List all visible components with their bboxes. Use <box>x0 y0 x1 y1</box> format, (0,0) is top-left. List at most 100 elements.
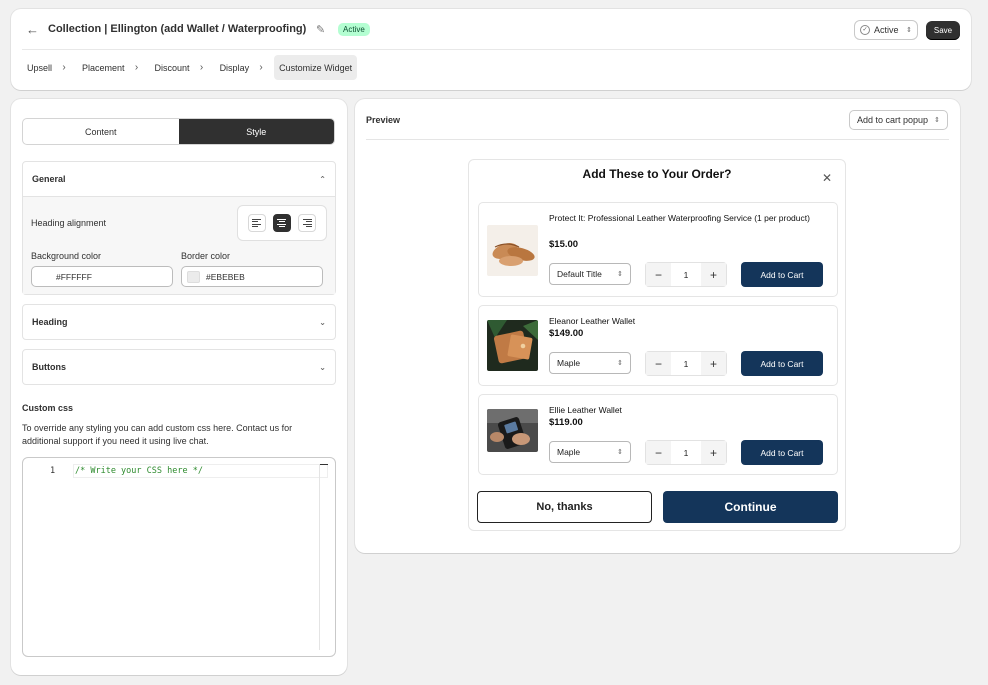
quantity-value[interactable]: 1 <box>671 263 701 286</box>
preview-panel: Preview Add to cart popup ⇕ Add These to… <box>355 99 960 553</box>
chevron-updown-icon: ⇕ <box>934 117 940 124</box>
step-display[interactable]: Display <box>215 55 255 80</box>
plus-button[interactable]: + <box>701 263 726 286</box>
upsell-item: Protect It: Professional Leather Waterpr… <box>478 202 838 297</box>
chevron-down-icon: ⌄ <box>319 362 326 372</box>
minus-button[interactable]: − <box>646 352 671 375</box>
status-badge: Active <box>338 23 370 36</box>
general-section-body: Heading alignment Background color Borde… <box>23 196 335 294</box>
minus-button[interactable]: − <box>646 263 671 286</box>
heading-section-title: Heading <box>32 317 68 327</box>
variant-select[interactable]: Default Title ⇕ <box>549 263 631 285</box>
chevron-updown-icon: ⇕ <box>617 449 623 456</box>
chevron-updown-icon: ⇕ <box>617 271 623 278</box>
content-style-toggle: Content Style <box>22 118 335 145</box>
popup-title: Add These to Your Order? <box>582 167 732 181</box>
tab-content[interactable]: Content <box>23 119 179 144</box>
heading-section: Heading ⌄ <box>22 304 336 340</box>
upsell-item: Ellie Leather Wallet $119.00 Maple ⇕ − 1… <box>478 394 838 475</box>
background-color-field[interactable]: #FFFFFF <box>31 266 173 287</box>
align-right-icon <box>302 219 312 227</box>
alignment-button-group <box>237 205 327 241</box>
quantity-stepper: − 1 + <box>645 262 727 287</box>
header-card: ← Collection | Ellington (add Wallet / W… <box>11 9 971 90</box>
product-image-waterproofing <box>487 225 538 276</box>
general-section-title: General <box>32 174 66 184</box>
status-select-value: Active <box>874 25 899 35</box>
chevron-up-icon: ⌃ <box>319 174 326 184</box>
chevron-updown-icon: ⇕ <box>617 360 623 367</box>
align-left-icon <box>252 219 262 227</box>
line-number: 1 <box>50 466 56 476</box>
chevron-right-icon: › <box>62 62 66 73</box>
tab-style[interactable]: Style <box>178 119 334 144</box>
item-name: Ellie Leather Wallet <box>549 405 622 415</box>
quantity-value[interactable]: 1 <box>671 352 701 375</box>
align-left-button[interactable] <box>247 214 266 232</box>
close-icon[interactable]: ✕ <box>822 172 832 184</box>
save-button[interactable]: Save <box>926 21 960 40</box>
background-color-value: #FFFFFF <box>56 271 92 282</box>
upsell-popup: Add These to Your Order? ✕ Protect It: P… <box>468 159 846 531</box>
back-arrow-icon[interactable]: ← <box>26 23 40 37</box>
plus-button[interactable]: + <box>701 352 726 375</box>
item-name: Protect It: Professional Leather Waterpr… <box>549 213 810 223</box>
align-center-button[interactable] <box>272 214 291 232</box>
status-select[interactable]: ✓ Active ⇕ <box>854 20 918 40</box>
add-to-cart-button[interactable]: Add to Cart <box>741 351 823 376</box>
add-to-cart-button[interactable]: Add to Cart <box>741 440 823 465</box>
plus-button[interactable]: + <box>701 441 726 464</box>
step-customize-widget[interactable]: Customize Widget <box>274 55 358 80</box>
pencil-icon[interactable]: ✎ <box>316 24 328 36</box>
page-title: Collection | Ellington (add Wallet / Wat… <box>48 23 307 35</box>
background-color-swatch[interactable] <box>37 270 50 283</box>
align-right-button[interactable] <box>298 214 317 232</box>
css-code-text[interactable]: /* Write your CSS here */ <box>75 466 203 476</box>
chevron-right-icon: › <box>259 62 263 73</box>
quantity-value[interactable]: 1 <box>671 441 701 464</box>
check-circle-icon: ✓ <box>860 25 870 35</box>
css-code-editor[interactable]: 1 /* Write your CSS here */ <box>22 457 336 657</box>
no-thanks-button[interactable]: No, thanks <box>477 491 652 523</box>
divider <box>366 139 949 140</box>
divider <box>22 49 960 50</box>
variant-select[interactable]: Maple ⇕ <box>549 352 631 374</box>
buttons-section-title: Buttons <box>32 362 66 372</box>
variant-select-value: Maple <box>557 358 581 368</box>
editor-minimap-marker <box>320 464 328 472</box>
background-color-label: Background color <box>31 251 102 261</box>
chevron-right-icon: › <box>134 62 139 73</box>
chevron-right-icon: › <box>199 62 204 73</box>
border-color-swatch[interactable] <box>187 270 200 283</box>
custom-css-title: Custom css <box>22 403 74 413</box>
preview-mode-select[interactable]: Add to cart popup ⇕ <box>849 110 948 130</box>
variant-select[interactable]: Maple ⇕ <box>549 441 631 463</box>
step-breadcrumb: Upsell › Placement › Discount › Display … <box>22 55 358 80</box>
quantity-stepper: − 1 + <box>645 351 727 376</box>
custom-css-help: To override any styling you can add cust… <box>22 423 293 446</box>
minus-button[interactable]: − <box>646 441 671 464</box>
step-placement[interactable]: Placement <box>77 55 130 80</box>
heading-alignment-label: Heading alignment <box>31 218 107 228</box>
border-color-label: Border color <box>181 251 231 261</box>
preview-label: Preview <box>366 115 401 125</box>
general-section-header[interactable]: General ⌃ <box>23 162 335 196</box>
item-price: $119.00 <box>549 417 583 428</box>
editor-scrollbar[interactable] <box>319 464 320 650</box>
item-name: Eleanor Leather Wallet <box>549 316 636 326</box>
product-image-ellie-wallet <box>487 409 538 452</box>
add-to-cart-button[interactable]: Add to Cart <box>741 262 823 287</box>
heading-section-header[interactable]: Heading ⌄ <box>23 305 335 339</box>
buttons-section-header[interactable]: Buttons ⌄ <box>23 350 335 384</box>
continue-button[interactable]: Continue <box>663 491 838 523</box>
step-discount[interactable]: Discount <box>150 55 195 80</box>
align-center-icon <box>277 219 287 227</box>
variant-select-value: Maple <box>557 447 581 457</box>
quantity-stepper: − 1 + <box>645 440 727 465</box>
border-color-field[interactable]: #EBEBEB <box>181 266 323 287</box>
upsell-item: Eleanor Leather Wallet $149.00 Maple ⇕ −… <box>478 305 838 386</box>
general-section: General ⌃ Heading alignment Background c… <box>22 161 336 295</box>
chevron-updown-icon: ⇕ <box>906 27 912 34</box>
step-upsell[interactable]: Upsell <box>22 55 57 80</box>
item-price: $15.00 <box>549 239 579 250</box>
